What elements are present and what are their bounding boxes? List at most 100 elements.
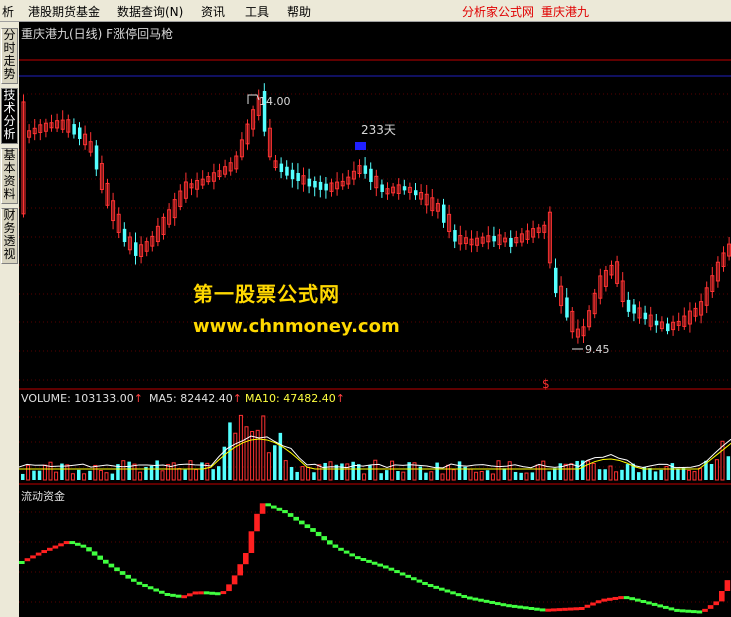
flow-step xyxy=(500,603,507,607)
volume-bar xyxy=(519,472,523,480)
flow-step xyxy=(24,558,31,562)
flow-step xyxy=(276,507,283,511)
volume-bar xyxy=(110,473,115,480)
flow-step xyxy=(215,592,221,596)
flow-step xyxy=(192,591,199,595)
volume-bar xyxy=(698,467,703,481)
flow-step xyxy=(377,563,383,567)
flow-step xyxy=(511,604,518,608)
chart-area[interactable]: 重庆港九(日线) F涨停回马枪 14.00 233天 9.45 $ 第一股票公式… xyxy=(19,22,731,617)
flow-step xyxy=(271,505,277,509)
menu-item-hk-futures-funds[interactable]: 港股期货基金 xyxy=(28,3,100,20)
volume-bar xyxy=(127,461,131,480)
flow-step xyxy=(349,553,355,557)
flow-step xyxy=(422,581,428,585)
flow-step xyxy=(713,601,719,606)
flow-step xyxy=(103,559,109,564)
volume-bar xyxy=(591,462,596,481)
flow-step xyxy=(220,591,227,595)
signal-box xyxy=(355,142,366,150)
flow-step xyxy=(287,513,294,517)
tab-basic-info[interactable]: 基本资料 xyxy=(1,148,18,204)
menu-item-news[interactable]: 资讯 xyxy=(201,3,225,20)
watermark-site-name: 第一股票公式网 xyxy=(193,282,340,306)
flow-step xyxy=(321,536,327,541)
candle-body xyxy=(369,168,373,182)
volume-bar xyxy=(659,469,663,480)
flow-step xyxy=(315,531,322,537)
menu-item-tools[interactable]: 工具 xyxy=(245,3,269,20)
flow-step xyxy=(685,609,691,613)
volume-bar xyxy=(177,468,182,481)
candle-body xyxy=(643,312,648,320)
volume-bar xyxy=(312,472,316,480)
volume-bar xyxy=(289,466,294,480)
volume-bar xyxy=(98,469,103,481)
flow-step xyxy=(265,503,271,507)
signal-marker: $ xyxy=(542,377,550,391)
volume-bar xyxy=(614,471,619,481)
flow-step xyxy=(416,579,423,583)
volume-bar xyxy=(351,461,355,480)
candle-body xyxy=(626,299,631,312)
flow-step xyxy=(399,572,406,576)
flow-step xyxy=(612,596,619,600)
volume-bar xyxy=(238,414,243,481)
menu-item-analysis[interactable]: 析 xyxy=(2,3,14,20)
volume-bar xyxy=(328,461,333,481)
brand-link[interactable]: 分析家公式网 xyxy=(462,3,534,20)
volume-bar xyxy=(507,461,512,481)
flow-step xyxy=(556,608,563,612)
menu-item-data-query[interactable]: 数据查询(N) xyxy=(117,3,183,20)
flow-step xyxy=(679,609,686,613)
flow-step xyxy=(136,581,143,585)
flow-step xyxy=(629,597,635,601)
volume-bar xyxy=(373,459,378,481)
candle-body xyxy=(453,230,457,242)
volume-bar xyxy=(121,460,126,481)
flow-step xyxy=(646,601,652,605)
volume-bar xyxy=(306,466,311,481)
volume-bar xyxy=(485,470,490,480)
flow-step xyxy=(489,600,495,604)
flow-step xyxy=(467,596,473,600)
flow-step xyxy=(461,594,467,598)
candle-body xyxy=(307,178,312,187)
flow-step xyxy=(668,607,675,611)
candle-body xyxy=(565,297,569,318)
volume-bar xyxy=(77,469,81,480)
flow-step xyxy=(495,602,501,606)
stock-name-link[interactable]: 重庆港九 xyxy=(541,3,589,20)
flow-step xyxy=(226,584,232,592)
flow-step xyxy=(640,600,647,603)
volume-bar xyxy=(709,463,714,480)
flow-step xyxy=(696,610,703,614)
flow-step xyxy=(231,575,238,585)
flow-capital-label: 流动资金 xyxy=(21,490,65,503)
flow-step xyxy=(282,510,288,514)
flow-step xyxy=(478,598,484,602)
flow-step xyxy=(304,524,311,529)
volume-bar xyxy=(535,464,540,481)
tab-financial[interactable]: 财务透视 xyxy=(1,208,18,264)
menu-item-help[interactable]: 帮助 xyxy=(287,3,311,20)
volume-bar xyxy=(132,463,137,481)
tab-technical-analysis[interactable]: 技术分析 xyxy=(1,88,18,144)
flow-step xyxy=(455,593,462,597)
volume-bar xyxy=(42,464,47,481)
volume-bar xyxy=(385,470,389,480)
volume-bar xyxy=(244,426,249,481)
volume-bar xyxy=(138,471,143,481)
flow-step xyxy=(539,608,546,612)
volume-bar xyxy=(368,465,372,480)
volume-bar xyxy=(429,471,434,481)
volume-bar xyxy=(435,462,439,480)
flow-step xyxy=(327,540,333,545)
volume-bar xyxy=(26,464,31,481)
flow-step xyxy=(355,556,361,560)
flow-step xyxy=(607,597,613,601)
tab-intraday[interactable]: 分时走势 xyxy=(1,28,18,84)
volume-bar xyxy=(681,468,686,480)
volume-bar xyxy=(558,463,563,480)
volume-bar xyxy=(446,464,451,481)
